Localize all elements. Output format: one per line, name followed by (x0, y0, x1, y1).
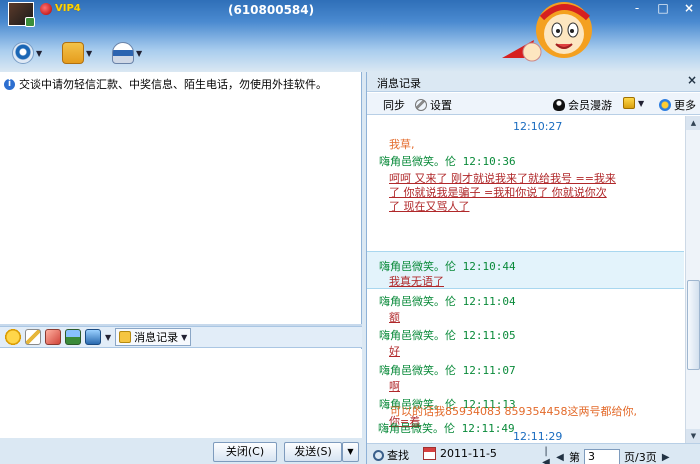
calendar-icon[interactable] (423, 447, 436, 460)
page-prefix: 第 (569, 451, 580, 464)
font-edit-icon[interactable] (25, 329, 41, 345)
date-label[interactable]: 2011-11-5 (440, 447, 497, 460)
status-dot (25, 17, 35, 27)
sender-line: 嗨角邑微笑。伦 12:10:44 (379, 260, 516, 273)
sync-label: 同步 (383, 99, 405, 112)
send-image-icon[interactable] (65, 329, 81, 345)
close-history-button[interactable]: × (687, 73, 697, 87)
send-options-button[interactable]: ▼ (342, 442, 359, 462)
mascot-image (502, 2, 592, 62)
file-transfer-tool[interactable]: ▼ (62, 42, 92, 64)
message-text[interactable]: 啊 (389, 378, 400, 394)
prev-page-icon[interactable]: ◀ (555, 452, 565, 463)
magic-expression-icon[interactable] (45, 329, 61, 345)
pager: |◀ ◀ 第 3 页/3页 ▶ (541, 446, 671, 464)
history-scrollbar[interactable]: ▲ ▼ (685, 116, 700, 443)
search-icon (373, 449, 384, 461)
vip-label: VIP4 (55, 3, 81, 14)
apps-tool[interactable]: ▼ (112, 42, 142, 64)
history-title: 消息记录 (377, 77, 421, 90)
webcam-icon (12, 42, 34, 64)
timestamp: 12:11:29 (513, 430, 563, 443)
screenshot-icon[interactable] (85, 329, 101, 345)
more-icon (659, 99, 671, 111)
more-button[interactable]: 更多 (659, 97, 696, 113)
input-toolbar: ▼ 消息记录 ▼ (0, 326, 362, 348)
info-icon: i (4, 78, 15, 90)
message-text[interactable]: 了 现在又骂人了 (389, 198, 470, 214)
message-text: 我草, (389, 138, 415, 151)
message-text[interactable]: 好 (389, 343, 400, 359)
security-notice: i 交谈中请勿轻信汇款、中奖信息、陌生电话，勿使用外挂软件。 (4, 76, 327, 92)
record-options-icon (623, 97, 635, 109)
page-suffix: 页/3页 (624, 451, 657, 464)
first-page-icon[interactable]: |◀ (541, 446, 551, 464)
message-record-label: 消息记录 (134, 331, 179, 344)
sender-line: 嗨角邑微笑。伦 12:11:07 (379, 364, 516, 377)
sync-button[interactable]: 同步 (383, 97, 405, 113)
maximize-button[interactable]: □ (652, 0, 674, 16)
wrench-icon (415, 99, 427, 111)
video-call-tool[interactable]: ▼ (12, 42, 42, 64)
close-window-button[interactable]: × (678, 0, 700, 16)
settings-button[interactable]: 设置 (415, 97, 452, 113)
message-record-icon (119, 331, 132, 343)
member-roaming-button[interactable]: 会员漫游 (553, 97, 612, 113)
chevron-down-icon: ▼ (181, 332, 188, 342)
page-number-input[interactable]: 3 (584, 449, 620, 464)
emoji-icon[interactable] (5, 329, 21, 345)
sender-line: 嗨角邑微笑。伦 12:11:05 (379, 329, 516, 342)
minimize-button[interactable]: - (626, 0, 648, 16)
scroll-thumb[interactable] (687, 280, 700, 370)
sender-line: 嗨角邑微笑。伦 12:10:36 (379, 155, 516, 168)
timestamp: 12:10:27 (513, 120, 563, 133)
chevron-down-icon: ▼ (86, 48, 93, 58)
folder-icon (62, 42, 84, 64)
chevron-down-icon: ▼ (136, 48, 143, 58)
send-bar: 关闭(C) 发送(S) ▼ (0, 438, 362, 464)
scroll-down-icon[interactable]: ▼ (686, 429, 700, 443)
more-label: 更多 (674, 99, 696, 112)
message-record-button[interactable]: 消息记录 ▼ (115, 328, 192, 346)
message-input[interactable] (0, 349, 362, 438)
sender-line: 嗨角邑微笑。伦 12:11:49 (378, 422, 515, 435)
chevron-down-icon: ▼ (638, 98, 645, 108)
notice-text: 交谈中请勿轻信汇款、中奖信息、陌生电话，勿使用外挂软件。 (19, 78, 327, 91)
settings-label: 设置 (430, 99, 452, 112)
message-text[interactable]: 可以的话我85934083 859354458这两号都给你, (390, 403, 637, 419)
scroll-up-icon[interactable]: ▲ (686, 116, 700, 130)
close-button[interactable]: 关闭(C) (213, 442, 277, 462)
window-header: VIP4 (610800584) - □ × ▼ ▼ ▼ (0, 0, 700, 72)
message-text[interactable]: 我真无语了 (389, 273, 444, 289)
send-button[interactable]: 发送(S) (284, 442, 342, 462)
history-footer: 查找 2011-11-5 |◀ ◀ 第 3 页/3页 ▶ (367, 443, 700, 464)
remote-assist-icon (112, 42, 134, 64)
vip-badge-icon (40, 3, 52, 15)
search-label: 查找 (387, 449, 409, 462)
qq-number: (610800584) (228, 3, 315, 17)
history-toolbar: 同步 设置 会员漫游 ▼ 更多 (367, 93, 700, 115)
history-title-bar: 消息记录 × (367, 72, 700, 92)
next-page-icon[interactable]: ▶ (661, 452, 671, 463)
history-list[interactable]: 12:10:27 我草, 嗨角邑微笑。伦 12:10:36 呵呵 又来了 刚才就… (367, 116, 684, 443)
sender-line: 嗨角邑微笑。伦 12:11:04 (379, 295, 516, 308)
search-button[interactable]: 查找 (373, 447, 409, 463)
chat-pane: i 交谈中请勿轻信汇款、中奖信息、陌生电话，勿使用外挂软件。 ▼ 消息记录 ▼ … (0, 72, 362, 464)
roaming-label: 会员漫游 (568, 99, 612, 112)
penguin-icon (553, 99, 565, 111)
record-options-button[interactable]: ▼ (623, 97, 644, 109)
chevron-down-icon[interactable]: ▼ (105, 333, 111, 342)
chevron-down-icon: ▼ (36, 48, 43, 58)
avatar[interactable] (8, 2, 35, 27)
message-text[interactable]: 额 (389, 309, 400, 325)
